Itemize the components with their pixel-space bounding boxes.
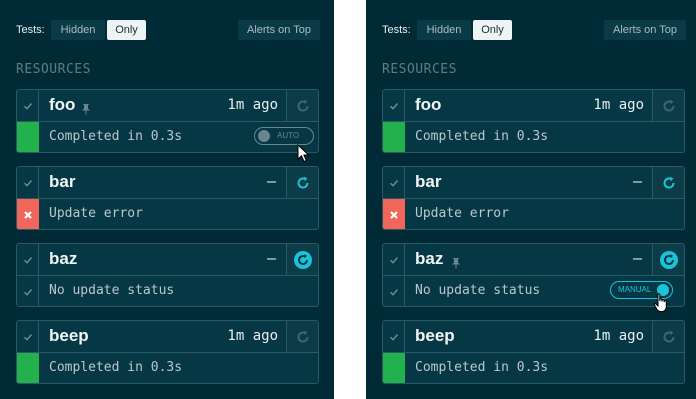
pin-icon[interactable] — [451, 254, 461, 273]
resources-panel-left: Tests: Hidden Only Alerts on Top RESOURC… — [0, 0, 334, 399]
section-title: RESOURCES — [16, 62, 91, 77]
trigger-mode-toggle[interactable]: AUTO — [254, 127, 314, 145]
build-status-message: Completed in 0.3s — [49, 360, 183, 375]
refresh-icon — [663, 176, 675, 189]
resource-card-bar[interactable]: bar – Update error — [382, 166, 685, 230]
refresh-icon — [293, 250, 312, 269]
trigger-update-button[interactable] — [286, 244, 318, 275]
trigger-update-button[interactable] — [286, 321, 318, 352]
tests-filter-label: Tests: — [382, 24, 411, 36]
check-icon — [17, 90, 39, 121]
build-status-message: Completed in 0.3s — [415, 129, 549, 144]
tests-filter-hidden-button[interactable]: Hidden — [51, 20, 105, 40]
resource-name[interactable]: bar — [49, 172, 75, 192]
resource-card-foo[interactable]: foo 1m ago Completed in 0.3s AUTO — [16, 89, 319, 153]
pin-icon[interactable] — [81, 100, 91, 119]
tests-filter-only-button[interactable]: Only — [473, 20, 512, 40]
refresh-icon — [659, 250, 678, 269]
check-icon — [17, 244, 39, 275]
check-icon — [383, 167, 405, 198]
resource-card-baz[interactable]: baz – No update status — [16, 243, 319, 307]
hand-cursor-icon — [653, 293, 667, 312]
check-icon — [17, 321, 39, 352]
build-status-message: Update error — [415, 206, 509, 221]
resource-name[interactable]: baz — [49, 249, 77, 269]
resource-name[interactable]: baz — [415, 249, 443, 269]
resource-updated-time: 1m ago — [227, 97, 278, 113]
status-indicator-success — [17, 122, 39, 152]
check-icon — [17, 167, 39, 198]
alerts-on-top-button[interactable]: Alerts on Top — [604, 20, 686, 40]
resource-card-beep[interactable]: beep 1m ago Completed in 0.3s — [16, 320, 319, 384]
status-indicator-success — [383, 122, 405, 152]
refresh-icon — [663, 330, 675, 343]
refresh-icon — [297, 99, 309, 112]
trigger-update-button[interactable] — [286, 167, 318, 198]
resource-updated-time: – — [266, 172, 276, 190]
trigger-update-button[interactable] — [652, 167, 684, 198]
check-icon — [383, 244, 405, 275]
build-status-message: No update status — [415, 283, 541, 298]
refresh-icon — [297, 330, 309, 343]
toggle-knob — [258, 130, 270, 142]
trigger-mode-label: MANUAL — [618, 285, 652, 294]
resource-name[interactable]: beep — [415, 326, 455, 346]
resource-name[interactable]: beep — [49, 326, 89, 346]
build-status-message: Update error — [49, 206, 143, 221]
arrow-cursor-icon — [297, 144, 310, 163]
x-icon — [383, 199, 405, 229]
resource-name[interactable]: foo — [415, 95, 441, 115]
check-icon — [383, 321, 405, 352]
resources-panel-right: Tests: Hidden Only Alerts on Top RESOURC… — [366, 0, 696, 399]
section-title: RESOURCES — [382, 62, 457, 77]
refresh-icon — [663, 99, 675, 112]
resource-updated-time: 1m ago — [593, 97, 644, 113]
check-icon — [17, 276, 39, 306]
tests-filter-label: Tests: — [16, 24, 45, 36]
x-icon — [17, 199, 39, 229]
trigger-mode-label: AUTO — [277, 131, 300, 140]
trigger-update-button[interactable] — [652, 244, 684, 275]
build-status-message: Completed in 0.3s — [49, 129, 183, 144]
trigger-update-button[interactable] — [652, 321, 684, 352]
resource-updated-time: – — [266, 249, 276, 267]
resource-card-foo[interactable]: foo 1m ago Completed in 0.3s — [382, 89, 685, 153]
resource-card-baz[interactable]: baz – No update status MANUAL — [382, 243, 685, 307]
resource-updated-time: 1m ago — [593, 328, 644, 344]
trigger-update-button[interactable] — [286, 90, 318, 121]
check-icon — [383, 90, 405, 121]
status-indicator-success — [383, 353, 405, 383]
trigger-update-button[interactable] — [652, 90, 684, 121]
resource-name[interactable]: foo — [49, 95, 75, 115]
resource-updated-time: 1m ago — [227, 328, 278, 344]
resource-card-bar[interactable]: bar – Update error — [16, 166, 319, 230]
tests-filter-only-button[interactable]: Only — [107, 20, 146, 40]
build-status-message: No update status — [49, 283, 175, 298]
resource-updated-time: – — [632, 249, 642, 267]
alerts-on-top-button[interactable]: Alerts on Top — [238, 20, 320, 40]
resource-card-beep[interactable]: beep 1m ago Completed in 0.3s — [382, 320, 685, 384]
resource-name[interactable]: bar — [415, 172, 441, 192]
status-indicator-success — [17, 353, 39, 383]
build-status-message: Completed in 0.3s — [415, 360, 549, 375]
tests-filter-hidden-button[interactable]: Hidden — [417, 20, 471, 40]
resource-updated-time: – — [632, 172, 642, 190]
refresh-icon — [297, 176, 309, 189]
check-icon — [383, 276, 405, 306]
